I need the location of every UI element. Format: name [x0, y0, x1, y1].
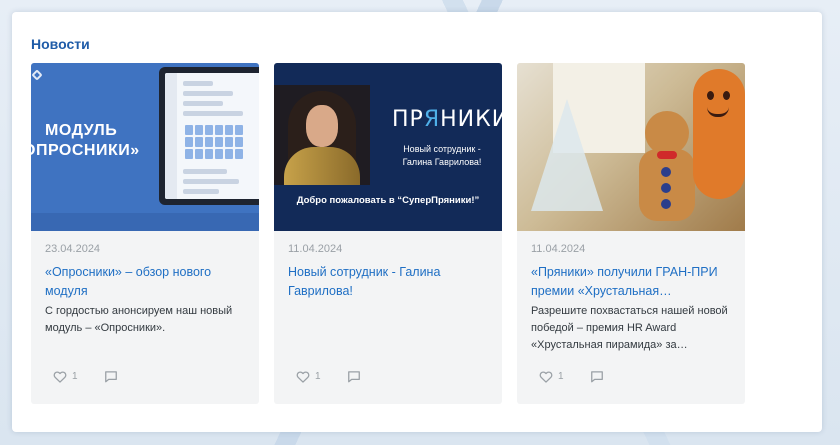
news-date: 11.04.2024	[288, 243, 343, 255]
news-title-link[interactable]: «Опросники» – обзор нового модуля	[45, 263, 245, 301]
comment-icon	[590, 371, 603, 383]
comment-button[interactable]	[347, 370, 361, 383]
news-title-link[interactable]: Новый сотрудник - Галина Гаврилова!	[288, 263, 488, 301]
heart-outline-icon	[539, 371, 553, 383]
news-date: 23.04.2024	[45, 243, 101, 255]
news-title-link[interactable]: «Пряники» получили ГРАН-ПРИ премии «Хрус…	[531, 263, 731, 301]
like-count: 1	[72, 371, 78, 382]
news-card[interactable]: МОДУЛЬ ОПРОСНИКИ» 23.04.2024 «Опросники»…	[31, 63, 259, 404]
news-card-image[interactable]	[517, 63, 745, 231]
gingerbread-toy-large	[693, 69, 745, 199]
comment-icon	[104, 371, 117, 383]
crystal-pyramid-trophy	[531, 99, 603, 211]
news-excerpt	[288, 303, 488, 354]
news-card-image[interactable]: ПРЯНИКИ Новый сотрудник - Галина Гаврило…	[274, 63, 502, 231]
like-button[interactable]: 1	[296, 370, 321, 383]
like-count: 1	[558, 371, 564, 382]
comment-button[interactable]	[590, 370, 604, 383]
heart-outline-icon	[296, 371, 310, 383]
comment-icon	[347, 371, 360, 383]
image-caption: МОДУЛЬ ОПРОСНИКИ»	[31, 122, 140, 159]
brand-logo: ПРЯНИКИ	[392, 107, 502, 132]
like-count: 1	[315, 371, 321, 382]
comment-button[interactable]	[104, 370, 118, 383]
laptop-illustration	[159, 67, 259, 205]
like-button[interactable]: 1	[53, 370, 78, 383]
logo-mark-icon	[31, 69, 43, 81]
like-button[interactable]: 1	[539, 370, 564, 383]
heart-outline-icon	[53, 371, 67, 383]
news-card[interactable]: 11.04.2024 «Пряники» получили ГРАН-ПРИ п…	[517, 63, 745, 404]
news-date: 11.04.2024	[531, 243, 586, 255]
news-card[interactable]: ПРЯНИКИ Новый сотрудник - Галина Гаврило…	[274, 63, 502, 404]
news-panel: Новости МОДУЛЬ ОПРОСНИКИ» 23.04.2024 «Оп…	[12, 12, 822, 432]
image-welcome-text: Добро пожаловать в “СуперПряники!”	[296, 195, 480, 206]
gingerbread-toy	[635, 111, 699, 221]
image-subtitle: Новый сотрудник - Галина Гаврилова!	[402, 144, 482, 167]
employee-photo	[274, 85, 370, 185]
news-excerpt: Разрешите похвастаться нашей новой побед…	[531, 305, 728, 351]
news-excerpt: С гордостью анонсируем наш новый модуль …	[45, 305, 233, 334]
news-card-image[interactable]: МОДУЛЬ ОПРОСНИКИ»	[31, 63, 259, 231]
section-title: Новости	[31, 36, 90, 52]
